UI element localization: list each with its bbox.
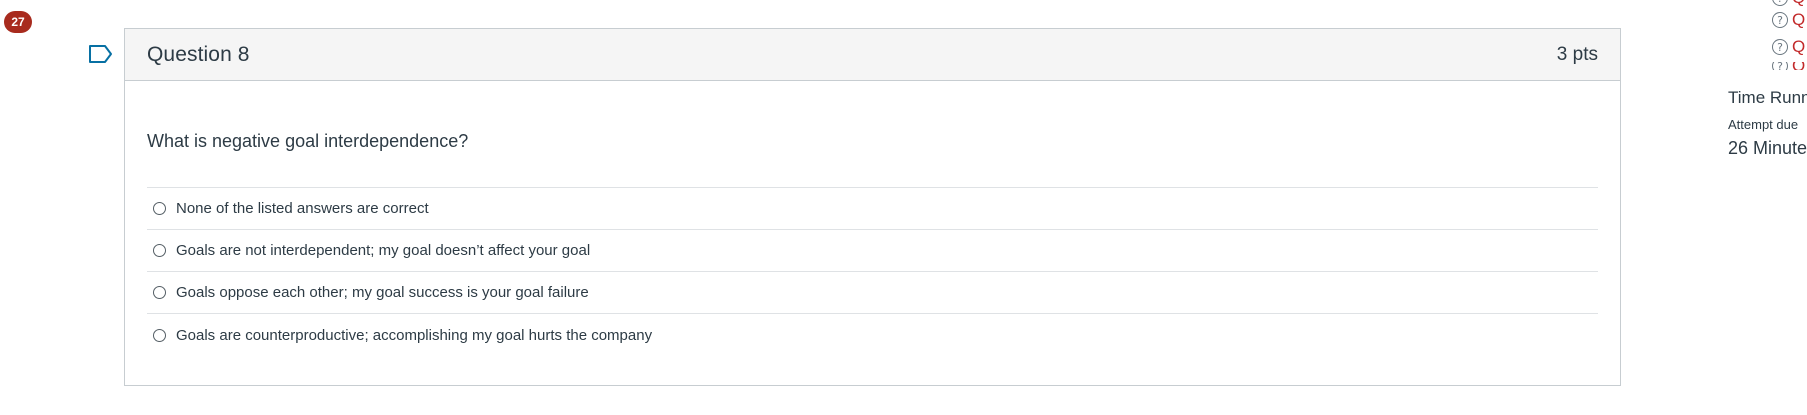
- question-nav-label[interactable]: Q: [1792, 0, 1805, 8]
- question-nav-label[interactable]: Q: [1792, 10, 1805, 30]
- question-text: What is negative goal interdependence?: [147, 131, 469, 151]
- timer-due-label: Attempt due: [1728, 117, 1799, 132]
- question-nav-label[interactable]: Q: [1792, 37, 1805, 57]
- answer-radio[interactable]: [153, 244, 166, 257]
- answer-label[interactable]: Goals are not interdependent; my goal do…: [176, 242, 590, 259]
- help-icon: ?: [1772, 39, 1788, 55]
- answer-option[interactable]: Goals are counterproductive; accomplishi…: [147, 314, 1598, 356]
- question-nav-link[interactable]: ? Q: [1772, 37, 1805, 57]
- question-body: What is negative goal interdependence? N…: [125, 129, 1620, 356]
- answer-option[interactable]: Goals are not interdependent; my goal do…: [147, 230, 1598, 272]
- question-card: Question 8 3 pts What is negative goal i…: [124, 28, 1621, 386]
- quiz-page: 27 Question 8 3 pts What is negative goa…: [0, 0, 1807, 415]
- timer-title: Time Runn: [1728, 88, 1807, 107]
- answer-option[interactable]: None of the listed answers are correct: [147, 188, 1598, 230]
- answer-radio[interactable]: [153, 286, 166, 299]
- question-title: Question 8: [147, 42, 250, 66]
- question-nav-link[interactable]: ? Q: [1772, 62, 1805, 70]
- help-icon: ?: [1772, 12, 1788, 28]
- flag-question-icon[interactable]: [88, 43, 114, 65]
- answer-option[interactable]: Goals oppose each other; my goal success…: [147, 272, 1598, 314]
- question-nav-link[interactable]: ? Q: [1772, 10, 1805, 30]
- timer-remaining: 26 Minute: [1728, 138, 1807, 158]
- question-nav-link[interactable]: ? Q: [1772, 0, 1805, 8]
- question-header: Question 8 3 pts: [125, 29, 1620, 81]
- help-icon: ?: [1772, 62, 1788, 70]
- question-points: 3 pts: [1556, 43, 1598, 65]
- answer-radio[interactable]: [153, 328, 166, 342]
- question-nav-label[interactable]: Q: [1792, 62, 1805, 70]
- answer-label[interactable]: Goals are counterproductive; accomplishi…: [176, 327, 652, 344]
- quiz-sidebar: ? Q ? Q ? Q ? Q Time Runn Attempt due 26…: [1720, 0, 1807, 415]
- answer-label[interactable]: None of the listed answers are correct: [176, 200, 429, 217]
- answer-label[interactable]: Goals oppose each other; my goal success…: [176, 284, 589, 301]
- answer-list: None of the listed answers are correct G…: [147, 187, 1598, 356]
- help-icon: ?: [1772, 0, 1788, 6]
- notification-badge[interactable]: 27: [4, 11, 32, 33]
- answer-radio[interactable]: [153, 202, 166, 215]
